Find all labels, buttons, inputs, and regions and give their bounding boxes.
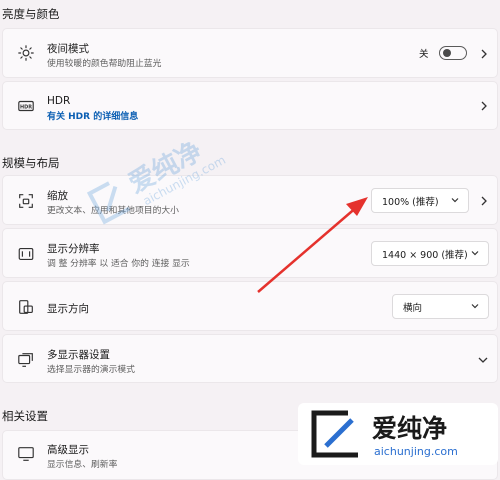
orientation-dropdown[interactable]: 横向	[392, 294, 489, 319]
orientation-value: 横向	[403, 302, 423, 314]
brightness-icon	[15, 42, 37, 64]
multi-display-card[interactable]: 多显示器设置 选择显示器的演示模式	[2, 334, 498, 383]
multi-display-subtitle: 选择显示器的演示模式	[47, 365, 135, 375]
resolution-dropdown[interactable]: 1440 × 900 (推荐)	[371, 241, 489, 266]
resolution-title: 显示分辨率	[47, 243, 100, 255]
scale-value: 100% (推荐)	[382, 196, 439, 208]
chevron-down-icon	[451, 198, 459, 203]
hdr-info-link[interactable]: 有关 HDR 的详细信息	[47, 109, 138, 122]
advanced-display-title: 高级显示	[47, 444, 89, 456]
section-title-brightness: 亮度与颜色	[2, 7, 60, 21]
night-light-subtitle: 使用较暖的颜色帮助阻止蓝光	[47, 59, 162, 69]
section-title-scale-layout: 规模与布局	[2, 156, 60, 170]
advanced-display-subtitle: 显示信息、刷新率	[47, 460, 118, 470]
resolution-card[interactable]: 显示分辨率 调 整 分辨率 以 适合 你的 连接 显示 1440 × 900 (…	[2, 228, 498, 278]
multi-display-icon	[15, 349, 37, 371]
resolution-value: 1440 × 900 (推荐)	[382, 249, 468, 261]
resolution-subtitle: 调 整 分辨率 以 适合 你的 连接 显示	[47, 259, 190, 269]
advanced-display-card[interactable]: 高级显示 显示信息、刷新率	[2, 430, 498, 480]
multi-display-title: 多显示器设置	[47, 349, 110, 361]
orientation-card[interactable]: 显示方向 横向	[2, 281, 498, 331]
toggle-knob	[443, 49, 451, 57]
scale-card[interactable]: 缩放 更改文本、应用和其他项目的大小 100% (推荐)	[2, 175, 498, 225]
night-light-card[interactable]: 夜间模式 使用较暖的颜色帮助阻止蓝光 关	[2, 28, 498, 78]
monitor-icon	[15, 443, 37, 465]
night-light-toggle-label: 关	[419, 49, 429, 60]
orientation-icon	[15, 296, 37, 318]
hdr-title: HDR	[47, 95, 71, 107]
hdr-card[interactable]: HDR HDR 有关 HDR 的详细信息	[2, 81, 498, 130]
hdr-icon: HDR	[15, 95, 37, 117]
scale-subtitle: 更改文本、应用和其他项目的大小	[47, 206, 179, 216]
night-light-toggle[interactable]	[439, 46, 467, 60]
chevron-down-icon[interactable]	[477, 354, 489, 366]
chevron-right-icon[interactable]	[479, 48, 489, 60]
scale-dropdown[interactable]: 100% (推荐)	[371, 188, 469, 213]
chevron-down-icon	[471, 304, 479, 309]
night-light-title: 夜间模式	[47, 43, 89, 55]
chevron-right-icon[interactable]	[479, 195, 489, 207]
scale-icon	[15, 190, 37, 212]
chevron-right-icon[interactable]	[479, 100, 489, 112]
svg-text:HDR: HDR	[20, 104, 32, 110]
section-title-related: 相关设置	[2, 409, 48, 423]
chevron-down-icon	[471, 251, 479, 256]
scale-title: 缩放	[47, 190, 68, 202]
orientation-title: 显示方向	[47, 303, 89, 315]
resolution-icon	[15, 243, 37, 265]
